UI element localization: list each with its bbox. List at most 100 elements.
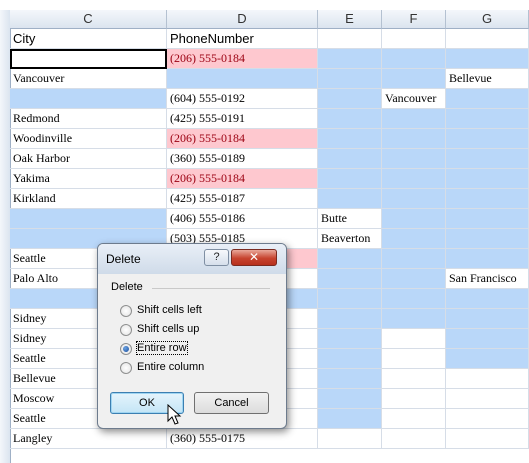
table-cell[interactable]: Kirkland — [10, 189, 167, 209]
table-cell[interactable] — [382, 249, 446, 269]
table-cell[interactable] — [446, 169, 529, 189]
table-cell[interactable] — [446, 249, 529, 269]
table-cell[interactable] — [382, 269, 446, 289]
table-cell[interactable]: (360) 555-0175 — [167, 429, 318, 449]
table-cell[interactable]: Oak Harbor — [10, 149, 167, 169]
table-cell[interactable] — [446, 229, 529, 249]
dialog-titlebar[interactable]: Delete ? ✕ — [98, 244, 286, 274]
table-cell[interactable] — [382, 69, 446, 89]
table-cell[interactable] — [446, 129, 529, 149]
table-cell[interactable] — [382, 389, 446, 409]
table-cell[interactable] — [446, 289, 529, 309]
table-cell[interactable] — [318, 249, 382, 269]
header-cell[interactable]: PhoneNumber — [167, 29, 318, 49]
table-cell[interactable] — [318, 69, 382, 89]
table-cell[interactable] — [318, 129, 382, 149]
table-cell[interactable] — [382, 289, 446, 309]
table-cell[interactable] — [446, 189, 529, 209]
table-cell[interactable] — [382, 409, 446, 429]
cancel-button[interactable]: Cancel — [194, 392, 269, 414]
table-cell[interactable] — [446, 109, 529, 129]
option-shift-cells-up[interactable]: Shift cells up — [120, 323, 270, 339]
table-cell[interactable] — [318, 169, 382, 189]
table-cell[interactable] — [446, 89, 529, 109]
table-cell[interactable] — [318, 89, 382, 109]
column-header-e[interactable]: E — [318, 10, 382, 29]
table-cell[interactable]: San Francisco — [446, 269, 529, 289]
table-cell[interactable]: (425) 555-0187 — [167, 189, 318, 209]
table-cell[interactable] — [382, 49, 446, 69]
table-cell[interactable] — [446, 49, 529, 69]
table-cell[interactable]: (206) 555-0184 — [167, 49, 318, 69]
table-cell[interactable] — [318, 269, 382, 289]
column-header-c[interactable]: C — [10, 10, 167, 29]
table-cell[interactable] — [382, 149, 446, 169]
table-cell[interactable] — [382, 189, 446, 209]
table-cell[interactable] — [446, 149, 529, 169]
option-shift-cells-left[interactable]: Shift cells left — [120, 304, 270, 320]
table-cell[interactable] — [318, 109, 382, 129]
table-cell[interactable] — [382, 129, 446, 149]
table-cell[interactable]: (206) 555-0184 — [167, 169, 318, 189]
header-cell[interactable] — [318, 29, 382, 49]
table-cell[interactable] — [318, 49, 382, 69]
table-cell[interactable] — [446, 429, 529, 449]
close-button[interactable]: ✕ — [231, 249, 277, 266]
table-cell[interactable]: (604) 555-0192 — [167, 89, 318, 109]
header-cell[interactable] — [446, 29, 529, 49]
table-cell[interactable]: (360) 555-0189 — [167, 149, 318, 169]
header-cell[interactable]: City — [10, 29, 167, 49]
table-cell[interactable] — [382, 209, 446, 229]
column-header-g[interactable]: G — [446, 10, 529, 29]
table-cell[interactable] — [10, 89, 167, 109]
table-cell[interactable]: Langley — [10, 429, 167, 449]
table-cell[interactable] — [318, 309, 382, 329]
table-cell[interactable]: Beaverton — [318, 229, 382, 249]
table-cell[interactable] — [382, 309, 446, 329]
table-cell[interactable]: Vancouver — [382, 89, 446, 109]
radio-button[interactable] — [120, 324, 132, 336]
radio-button[interactable] — [120, 305, 132, 317]
column-header-d[interactable]: D — [167, 10, 318, 29]
table-cell[interactable]: Yakima — [10, 169, 167, 189]
table-cell[interactable] — [318, 389, 382, 409]
table-cell[interactable]: Vancouver — [10, 69, 167, 89]
table-cell[interactable] — [318, 149, 382, 169]
table-cell[interactable] — [318, 329, 382, 349]
table-cell[interactable] — [382, 429, 446, 449]
table-cell[interactable] — [382, 109, 446, 129]
table-cell[interactable]: (206) 555-0184 — [167, 129, 318, 149]
table-cell[interactable] — [446, 349, 529, 369]
radio-button[interactable] — [120, 362, 132, 374]
table-cell[interactable] — [318, 369, 382, 389]
table-cell[interactable] — [10, 49, 167, 69]
table-cell[interactable] — [318, 189, 382, 209]
table-cell[interactable] — [446, 369, 529, 389]
help-button[interactable]: ? — [204, 249, 229, 266]
table-cell[interactable] — [446, 409, 529, 429]
header-cell[interactable] — [382, 29, 446, 49]
table-cell[interactable]: Redmond — [10, 109, 167, 129]
option-entire-row[interactable]: Entire row — [120, 341, 270, 358]
table-cell[interactable]: Butte — [318, 209, 382, 229]
table-cell[interactable] — [382, 169, 446, 189]
table-cell[interactable]: (406) 555-0186 — [167, 209, 318, 229]
table-cell[interactable] — [382, 329, 446, 349]
table-cell[interactable] — [318, 289, 382, 309]
table-cell[interactable] — [318, 349, 382, 369]
table-cell[interactable] — [167, 69, 318, 89]
table-cell[interactable] — [446, 309, 529, 329]
table-cell[interactable] — [446, 329, 529, 349]
table-cell[interactable] — [446, 209, 529, 229]
table-cell[interactable] — [382, 349, 446, 369]
table-cell[interactable]: Woodinville — [10, 129, 167, 149]
table-cell[interactable]: (425) 555-0191 — [167, 109, 318, 129]
radio-button-selected[interactable] — [120, 343, 132, 355]
table-cell[interactable] — [318, 429, 382, 449]
table-cell[interactable] — [446, 389, 529, 409]
option-entire-column[interactable]: Entire column — [120, 361, 270, 377]
table-cell[interactable] — [318, 409, 382, 429]
column-header-f[interactable]: F — [382, 10, 446, 29]
table-cell[interactable]: Bellevue — [446, 69, 529, 89]
table-cell[interactable] — [382, 369, 446, 389]
